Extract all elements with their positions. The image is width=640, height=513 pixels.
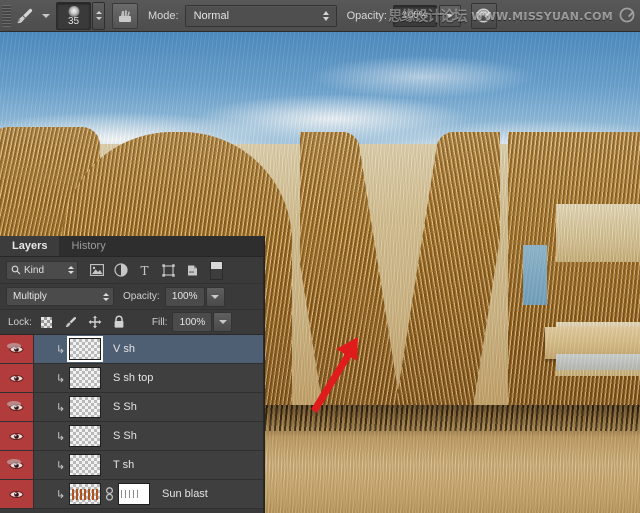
blend-mode-select[interactable]: Normal	[185, 5, 337, 27]
layer-name[interactable]: S Sh	[113, 401, 137, 413]
svg-text:T: T	[140, 264, 148, 277]
panel-scroll-edge	[263, 335, 264, 513]
table-row[interactable]: ↳ S Sh	[0, 422, 264, 451]
sky-gap-patch	[523, 245, 547, 305]
layer-filter-kind-value: Kind	[24, 265, 68, 276]
brush-size-preview[interactable]: 35	[56, 2, 91, 30]
layer-filter-row: Kind	[0, 257, 264, 284]
layer-list[interactable]: ↳ V sh ↳ S sh top	[0, 335, 264, 513]
eye-visibility-icon	[9, 489, 24, 500]
tool-options-bar: 35 Mode: Normal Opacity: 100%	[0, 0, 640, 32]
wooden-plank-shadow	[556, 354, 640, 370]
toggle-brush-panel-icon[interactable]	[112, 3, 138, 29]
layer-mask-thumbnail[interactable]	[118, 483, 150, 505]
opacity-label: Opacity:	[347, 10, 387, 22]
airbrush-icon[interactable]	[471, 3, 497, 29]
brush-tool-icon[interactable]	[11, 3, 39, 29]
shape-layer-filter-icon[interactable]	[161, 263, 176, 278]
lock-label: Lock:	[8, 317, 32, 328]
layer-opacity-value: 100%	[172, 291, 198, 302]
layer-name[interactable]: Sun blast	[162, 488, 208, 500]
layer-name[interactable]: T sh	[113, 459, 134, 471]
brush-size-stepper[interactable]	[92, 2, 105, 30]
type-layer-filter-icon[interactable]: T	[137, 263, 152, 278]
layer-fill-value: 100%	[180, 317, 206, 328]
layer-blend-row: Multiply Opacity: 100%	[0, 284, 264, 310]
kind-stepper-arrows-icon	[68, 266, 74, 274]
adjustment-layer-filter-icon[interactable]	[113, 263, 128, 278]
fill-label: Fill:	[152, 317, 168, 328]
layer-visibility-toggle[interactable]	[0, 335, 34, 363]
tool-preset-chevron-down-icon[interactable]	[39, 3, 52, 29]
stepper-arrows-icon	[318, 11, 334, 21]
layer-thumbnail[interactable]	[69, 454, 101, 476]
clipping-mask-arrow-icon: ↳	[52, 488, 69, 501]
photoshop-window: 35 Mode: Normal Opacity: 100%	[0, 0, 640, 513]
mode-label: Mode:	[148, 10, 179, 22]
layer-thumbnail[interactable]	[69, 483, 101, 505]
opacity-value: 100%	[402, 10, 428, 21]
opacity-chevron-down-icon[interactable]	[439, 5, 461, 27]
blend-mode-value: Normal	[186, 10, 318, 22]
search-icon	[11, 265, 21, 275]
table-row[interactable]: ↳ V sh	[0, 335, 264, 364]
layer-name[interactable]: S sh top	[113, 372, 153, 384]
layer-visibility-toggle[interactable]	[0, 364, 34, 392]
clipping-mask-arrow-icon: ↳	[52, 459, 69, 472]
layer-opacity-input[interactable]: 100%	[165, 287, 205, 307]
layer-filter-kind-select[interactable]: Kind	[6, 261, 78, 280]
eye-visibility-icon	[9, 373, 24, 384]
layer-fill-input[interactable]: 100%	[172, 312, 212, 332]
layer-name[interactable]: V sh	[113, 343, 135, 355]
panel-tab-bar: Layers History	[0, 236, 264, 257]
layer-filter-icons: T	[89, 263, 200, 278]
table-row[interactable]: ↳ S sh top	[0, 364, 264, 393]
letter-E-notch-top	[556, 204, 640, 262]
soft-round-brush-icon	[68, 6, 79, 17]
layer-blend-mode-value: Multiply	[7, 291, 103, 302]
pixel-layer-filter-icon[interactable]	[89, 263, 104, 278]
link-mask-icon[interactable]	[103, 487, 116, 501]
filter-enable-toggle-icon[interactable]	[210, 261, 223, 280]
layer-visibility-toggle[interactable]	[0, 422, 34, 450]
layer-thumbnail[interactable]	[69, 425, 101, 447]
table-row[interactable]: ↳ S Sh	[0, 393, 264, 422]
layer-blend-mode-select[interactable]: Multiply	[6, 287, 114, 306]
layer-lock-row: Lock:	[0, 310, 264, 335]
lock-image-pixels-icon[interactable]	[64, 315, 78, 329]
opacity-input[interactable]: 100%	[393, 5, 437, 27]
layer-visibility-toggle[interactable]	[0, 451, 34, 479]
layer-visibility-toggle[interactable]	[0, 393, 34, 421]
table-row[interactable]: ↳ Sun blast	[0, 480, 264, 509]
clipping-mask-arrow-icon: ↳	[52, 430, 69, 443]
clipping-mask-arrow-icon: ↳	[52, 343, 69, 356]
layer-opacity-label: Opacity:	[123, 291, 160, 302]
options-bar-grip[interactable]	[2, 5, 11, 27]
tab-history[interactable]: History	[59, 236, 117, 256]
clipping-mask-arrow-icon: ↳	[52, 401, 69, 414]
smart-object-filter-icon[interactable]	[185, 263, 200, 278]
table-row[interactable]: ↳ T sh	[0, 451, 264, 480]
layer-blend-stepper-arrows-icon	[103, 293, 109, 301]
eye-visibility-icon	[9, 431, 24, 442]
brush-size-value: 35	[68, 17, 79, 27]
lock-icon-group	[40, 315, 126, 329]
layer-fill-chevron-down-icon[interactable]	[213, 312, 232, 332]
layer-thumbnail[interactable]	[69, 338, 101, 360]
lock-position-icon[interactable]	[88, 315, 102, 329]
layer-name[interactable]: S Sh	[113, 430, 137, 442]
lock-transparent-pixels-icon[interactable]	[40, 315, 54, 329]
layers-panel: Layers History Kind	[0, 236, 265, 513]
lock-all-icon[interactable]	[112, 315, 126, 329]
watermark-brush-icon	[618, 6, 636, 27]
layer-opacity-chevron-down-icon[interactable]	[206, 287, 225, 307]
tab-layers[interactable]: Layers	[0, 236, 59, 256]
layer-visibility-toggle[interactable]	[0, 480, 34, 508]
layer-thumbnail[interactable]	[69, 367, 101, 389]
layer-thumbnail[interactable]	[69, 396, 101, 418]
clipping-mask-arrow-icon: ↳	[52, 372, 69, 385]
